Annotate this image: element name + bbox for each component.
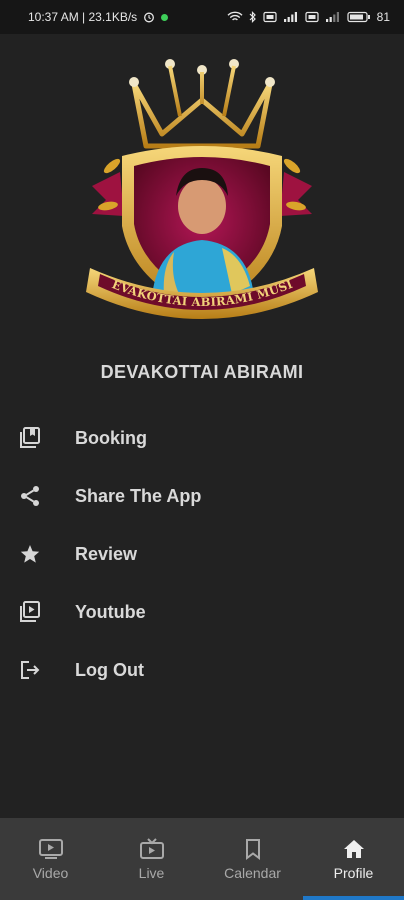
menu-label-youtube: Youtube [75,601,146,622]
battery-percent: 81 [376,10,390,24]
status-left: 10:37 AM | 23.1KB/s [28,10,169,24]
menu-item-share-the-app[interactable]: Share The App [0,467,404,525]
crown-graphic [129,59,275,149]
nav-label-live: Live [138,864,165,881]
active-tab-indicator [303,896,404,900]
nav-tab-video[interactable]: Video [0,818,101,900]
brand-logo: DEVAKOTTAI ABIRAMI MUSIC [57,45,342,326]
notification-dot [161,13,169,21]
menu-label-booking: Booking [75,427,147,448]
nav-label-profile: Profile [333,864,374,881]
nav-label-video: Video [32,864,69,881]
menu-item-youtube[interactable]: Youtube [0,583,404,641]
profile-drawer: DEVAKOTTAI ABIRAMI MUSIC DEVAKOTTAI ABIR… [0,34,404,818]
nav-tab-profile[interactable]: Profile [303,818,404,900]
home-icon [342,838,366,860]
video-icon [38,838,64,860]
status-time: 10:37 AM | 23.1KB/s [28,10,138,24]
nav-label-calendar: Calendar [224,864,281,881]
menu-item-booking[interactable]: Booking [0,409,404,467]
bluetooth-icon [249,11,257,23]
menu-item-review[interactable]: Review [0,525,404,583]
nav-tab-calendar[interactable]: Calendar [202,818,303,900]
signal-icon-2 [325,11,341,23]
share-icon [18,484,42,508]
live-tv-icon [139,837,165,860]
menu-label-review: Review [75,543,138,564]
menu-item-log-out[interactable]: Log Out [0,641,404,699]
star-icon [18,542,42,566]
youtube-icon [18,600,42,624]
battery-icon [347,11,371,23]
wifi-icon [227,11,243,23]
logout-icon [18,658,42,682]
signal-icon-1 [283,11,299,23]
drawer-menu: Booking Share The App Review Youtube Log… [0,409,404,699]
bookmark-icon [242,838,264,860]
volte-icon [263,11,277,23]
menu-label-share-the-app: Share The App [75,485,202,506]
bottom-nav: Video Live Calendar Profile [0,818,404,900]
menu-label-log-out: Log Out [75,659,144,680]
nav-tab-live[interactable]: Live [101,818,202,900]
status-bar: 10:37 AM | 23.1KB/s 81 [0,0,404,34]
booking-icon [18,426,42,450]
volte-icon-2 [305,11,319,23]
profile-name: DEVAKOTTAI ABIRAMI [100,362,304,382]
status-right: 81 [227,10,390,24]
alarm-icon [143,11,155,23]
